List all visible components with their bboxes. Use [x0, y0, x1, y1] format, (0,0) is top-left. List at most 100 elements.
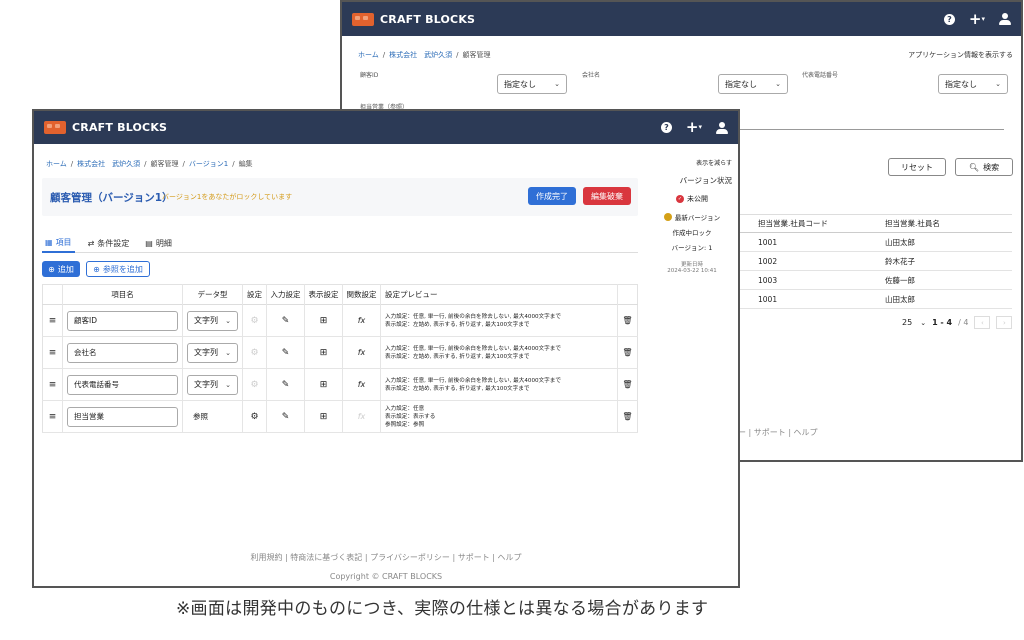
- drag-handle-icon[interactable]: ≡: [42, 336, 63, 369]
- filter-value: 指定なし: [725, 79, 757, 89]
- function-fx-icon[interactable]: fx: [342, 368, 381, 401]
- data-type-select[interactable]: 文字列 ⌄: [187, 374, 238, 395]
- updated-at: 2024-03-22 10:41: [667, 268, 717, 274]
- preview-line: 入力設定：任意, 単一行, 前後の余白を除去しない, 最大4000文字まで: [385, 377, 561, 384]
- drag-handle-icon[interactable]: ≡: [42, 304, 63, 337]
- add-reference-button[interactable]: ⊕ 参照を追加: [86, 261, 150, 277]
- table-grid-icon[interactable]: ⊞: [304, 400, 343, 433]
- filter-phone-select[interactable]: 指定なし ⌄: [938, 74, 1008, 94]
- prev-page-button[interactable]: ‹: [974, 316, 991, 329]
- field-name-input[interactable]: 顧客ID: [67, 310, 178, 331]
- owner-name-cell: 鈴木花子: [885, 256, 915, 266]
- add-menu-icon[interactable]: +▾: [686, 120, 702, 135]
- discard-label: 編集破棄: [591, 191, 623, 201]
- preview-cell: 入力設定：任意 表示設定：表示する 参照設定：参照: [380, 400, 618, 433]
- add-field-button[interactable]: ⊕ 追加: [42, 261, 80, 277]
- crumb-home[interactable]: ホーム: [358, 50, 379, 60]
- next-page-button[interactable]: ›: [996, 316, 1013, 329]
- brand-logo[interactable]: CRAFT BLOCKS: [352, 12, 475, 26]
- owner-code-cell: 1001: [758, 237, 778, 247]
- delete-trash-icon[interactable]: 🗑︎: [618, 369, 638, 401]
- field-name-input[interactable]: 代表電話番号: [67, 374, 178, 395]
- tab-conditions[interactable]: ⇄ 条件設定: [85, 234, 133, 253]
- owner-code-cell: 1001: [758, 294, 778, 304]
- complete-button[interactable]: 作成完了: [528, 187, 576, 205]
- preview-line: 表示設定：左詰め, 表示する, 折り返す, 最大100文字まで: [385, 385, 530, 392]
- field-name-input[interactable]: 担当営業: [67, 406, 178, 427]
- brand-logo[interactable]: CRAFT BLOCKS: [44, 121, 167, 134]
- chevron-down-icon: ⌄: [225, 380, 231, 389]
- show-app-info-link[interactable]: アプリケーション情報を表示する: [908, 50, 1013, 60]
- table-grid-icon[interactable]: ⊞: [304, 304, 343, 337]
- front-topbar: CRAFT BLOCKS ? +▾: [34, 111, 738, 144]
- back-footer-links[interactable]: ー | サポート | ヘルプ: [738, 427, 818, 438]
- tab-bar: ▦ 項目 ⇄ 条件設定 ▤ 明細: [42, 234, 638, 253]
- search-button[interactable]: 🔍︎ 検索: [955, 158, 1013, 176]
- table-row[interactable]: 1002 鈴木花子: [740, 252, 1012, 271]
- table-row[interactable]: 1001 山田太郎: [740, 233, 1012, 252]
- preview-line: 参照設定：参照: [385, 421, 425, 428]
- per-page-select[interactable]: 25 ⌄: [902, 318, 926, 327]
- data-type-select[interactable]: 文字列 ⌄: [187, 310, 238, 331]
- col-owner-code[interactable]: 担当営業.社員コード: [740, 215, 883, 233]
- chevron-down-icon: ⌄: [995, 80, 1001, 88]
- crumb-company[interactable]: 株式会社 武炉久須: [389, 50, 452, 60]
- add-menu-icon[interactable]: +▾: [969, 11, 985, 27]
- table-row[interactable]: 1001 山田太郎: [740, 290, 1012, 309]
- col-function-settings: 関数設定: [342, 284, 381, 305]
- tab-label: 項目: [55, 238, 72, 247]
- table-grid-icon[interactable]: ⊞: [304, 368, 343, 401]
- delete-trash-icon[interactable]: 🗑︎: [618, 305, 638, 337]
- help-icon[interactable]: ?: [943, 13, 955, 25]
- unpublished-label: 未公開: [687, 195, 708, 203]
- crumb-company[interactable]: 株式会社 武炉久須: [77, 159, 140, 169]
- table-row: ≡ 会社名 文字列 ⌄ ⚙ ✎ ⊞ fx 入力設定：任意, 単一行, 前後の余白を…: [42, 336, 638, 369]
- edit-pencil-icon[interactable]: ✎: [266, 304, 305, 337]
- data-type-cell: 文字列 ⌄: [182, 304, 243, 337]
- reduce-display-link[interactable]: 表示を減らす: [652, 158, 732, 167]
- user-icon[interactable]: [999, 13, 1011, 25]
- filter-customer-id-select[interactable]: 指定なし ⌄: [497, 74, 567, 94]
- tab-items[interactable]: ▦ 項目: [42, 234, 75, 253]
- owner-name-cell: 山田太郎: [885, 294, 915, 304]
- preview-cell: 入力設定：任意, 単一行, 前後の余白を除去しない, 最大4000文字まで 表示…: [380, 336, 618, 369]
- crumb-home[interactable]: ホーム: [46, 159, 67, 169]
- delete-trash-icon[interactable]: 🗑︎: [618, 337, 638, 369]
- col-owner-name[interactable]: 担当営業.社員名: [883, 215, 1012, 233]
- filter-company-select[interactable]: 指定なし ⌄: [718, 74, 788, 94]
- condition-icon: ⇄: [87, 239, 95, 248]
- col-data-type: データ型: [182, 284, 243, 305]
- settings-gear-icon[interactable]: ⚙: [242, 400, 267, 433]
- filter-label-phone: 代表電話番号: [802, 72, 839, 79]
- edit-pencil-icon[interactable]: ✎: [266, 400, 305, 433]
- copyright: Copyright © CRAFT BLOCKS: [329, 572, 443, 581]
- data-type-select[interactable]: 文字列 ⌄: [187, 342, 238, 363]
- crumb-version[interactable]: バージョン1: [189, 159, 228, 169]
- table-row[interactable]: 1003 佐藤一郎: [740, 271, 1012, 290]
- drag-handle-icon[interactable]: ≡: [42, 368, 63, 401]
- help-icon[interactable]: ?: [660, 122, 672, 133]
- crumb-module[interactable]: 顧客管理: [151, 159, 179, 169]
- discard-button[interactable]: 編集破棄: [583, 187, 631, 205]
- drag-handle-icon[interactable]: ≡: [42, 400, 63, 433]
- user-icon[interactable]: [716, 121, 728, 134]
- field-name-cell: 担当営業: [62, 400, 183, 433]
- edit-pencil-icon[interactable]: ✎: [266, 368, 305, 401]
- function-fx-icon[interactable]: fx: [342, 304, 381, 337]
- reset-button[interactable]: リセット: [888, 158, 946, 176]
- owner-filter-input[interactable]: [740, 114, 1004, 130]
- preview-cell: 入力設定：任意, 単一行, 前後の余白を除去しない, 最大4000文字まで 表示…: [380, 368, 618, 401]
- front-footer-links[interactable]: 利用規約 | 特商法に基づく表記 | プライバシーポリシー | サポート | ヘ…: [34, 552, 738, 563]
- edit-pencil-icon[interactable]: ✎: [266, 336, 305, 369]
- settings-gear-icon: ⚙: [242, 304, 267, 337]
- col-settings: 設定: [242, 284, 267, 305]
- delete-trash-icon[interactable]: 🗑︎: [618, 401, 638, 433]
- version-side-panel: 表示を減らす バージョン状況 ✓ 未公開 最新バージョン 作成中ロック バージョ…: [652, 158, 732, 274]
- chevron-down-icon: ⌄: [225, 316, 231, 325]
- field-name-input[interactable]: 会社名: [67, 342, 178, 363]
- tab-details[interactable]: ▤ 明細: [142, 234, 175, 253]
- function-fx-icon[interactable]: fx: [342, 336, 381, 369]
- preview-line: 表示設定：左詰め, 表示する, 折り返す, 最大100文字まで: [385, 353, 530, 360]
- crumb-current: 編集: [238, 160, 253, 168]
- table-grid-icon[interactable]: ⊞: [304, 336, 343, 369]
